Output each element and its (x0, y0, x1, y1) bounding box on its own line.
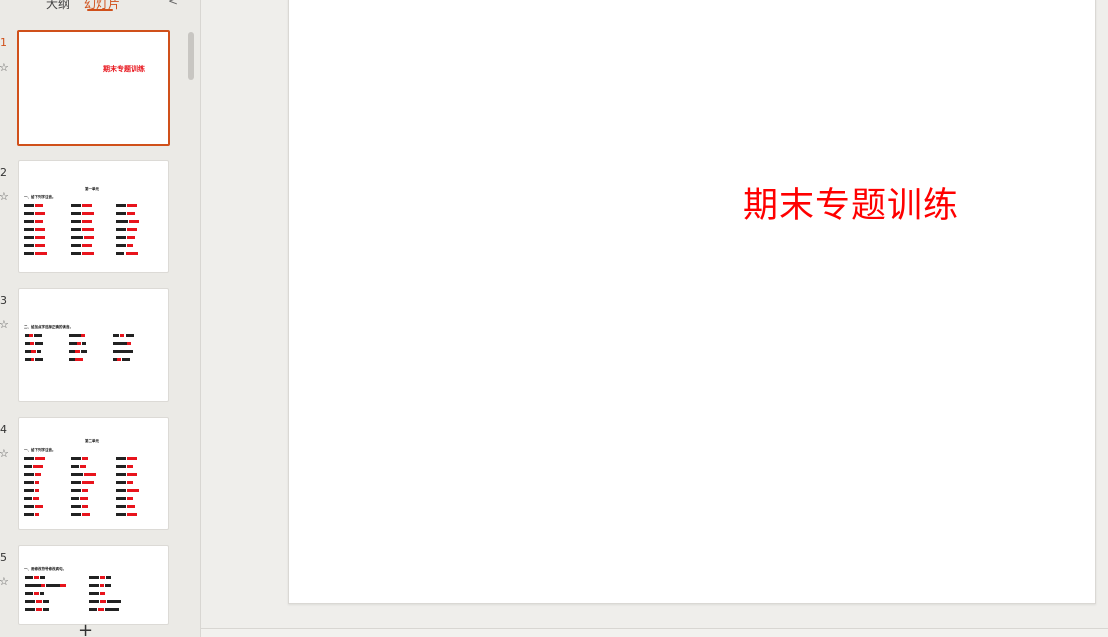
thumbnail-row (24, 513, 164, 516)
thumbnail-row (24, 212, 164, 215)
slide-thumbnail-3[interactable]: 二、给加点字选择正确的读音。 (18, 288, 169, 402)
thumbnail-row (24, 228, 164, 231)
star-icon[interactable]: ☆ (0, 576, 9, 587)
thumbnail-row (24, 481, 164, 484)
slide-number: 4 (0, 423, 7, 436)
thumbnail-subheading: 二、给加点字选择正确的读音。 (24, 325, 73, 329)
slide-thumbnail-2[interactable]: 第一单元 一、给下列字注音。 (18, 160, 169, 273)
slide-thumbnail-1[interactable]: 期末专题训练 (17, 30, 170, 146)
thumbnail-row (25, 334, 165, 337)
active-tab-indicator (87, 9, 113, 11)
slide-thumbnail-4[interactable]: 第二单元 一、给下列字注音。 (18, 417, 169, 530)
thumbnail-row (24, 220, 164, 223)
thumbnail-row (25, 342, 165, 345)
thumbnail-subheading: 一、给下列字注音。 (24, 448, 56, 452)
thumbnail-row (24, 204, 164, 207)
thumbnail-row (25, 608, 165, 611)
thumbnail-row (25, 576, 165, 579)
thumbnail-subheading: 一、用修改符号修改病句。 (24, 567, 66, 571)
slide-number: 1 (0, 36, 7, 49)
thumbnail-row (25, 350, 165, 353)
star-icon[interactable]: ☆ (0, 319, 9, 330)
slide-number: 2 (0, 166, 7, 179)
tab-outline[interactable]: 大纲 (46, 0, 70, 12)
thumbnail-row (24, 457, 164, 460)
panel-tabs: 大纲 幻灯片 < (0, 0, 200, 14)
thumbnail-row (25, 584, 165, 587)
slide-thumbnail-5[interactable]: 一、用修改符号修改病句。 (18, 545, 169, 625)
chevron-left-icon[interactable]: < (168, 0, 178, 8)
thumbnail-heading: 第一单元 (85, 187, 99, 191)
thumbnail-row (25, 600, 165, 603)
thumbnail-row (25, 592, 165, 595)
slides-panel: 大纲 幻灯片 < 1 ☆ 期末专题训练 2 ☆ 第一单元 一、给下列字注音。 3… (0, 0, 201, 637)
thumbnail-row (25, 358, 165, 361)
thumbnail-heading: 第二单元 (85, 439, 99, 443)
slide-canvas[interactable]: 期末专题训练 (288, 0, 1096, 604)
thumbnail-row (24, 236, 164, 239)
star-icon[interactable]: ☆ (0, 191, 9, 202)
slide-title[interactable]: 期末专题训练 (743, 177, 959, 228)
thumbnail-subheading: 一、给下列字注音。 (24, 195, 56, 199)
star-icon[interactable]: ☆ (0, 448, 9, 459)
thumbnail-row (24, 465, 164, 468)
thumbnail-row (24, 497, 164, 500)
thumbnail-row (24, 252, 164, 255)
thumbnail-row (24, 244, 164, 247)
thumbnail-row (24, 505, 164, 508)
plus-icon[interactable]: + (78, 622, 93, 637)
star-icon[interactable]: ☆ (0, 62, 9, 73)
thumbnail-scrollbar[interactable] (188, 32, 194, 80)
thumbnail-row (24, 489, 164, 492)
notes-bar[interactable] (201, 628, 1108, 637)
editor-area: 期末专题训练 (201, 0, 1108, 637)
slide-number: 3 (0, 294, 7, 307)
slide-number: 5 (0, 551, 7, 564)
thumbnail-row (24, 473, 164, 476)
thumbnail-title: 期末专题训练 (103, 64, 145, 73)
